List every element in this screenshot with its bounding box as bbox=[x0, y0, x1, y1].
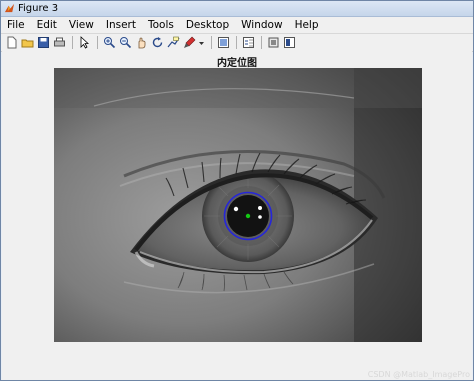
zoom-out-icon[interactable] bbox=[118, 36, 132, 50]
plot-title: 内定位图 bbox=[217, 58, 257, 69]
colorbar-icon[interactable] bbox=[216, 36, 230, 50]
print-icon[interactable] bbox=[52, 36, 66, 50]
menu-bar: File Edit View Insert Tools Desktop Wind… bbox=[1, 17, 473, 34]
toolbar-separator bbox=[211, 36, 212, 49]
watermark: CSDN @Matlab_ImagePro bbox=[367, 370, 470, 379]
menu-desktop[interactable]: Desktop bbox=[180, 17, 235, 33]
toolbar-separator bbox=[261, 36, 262, 49]
menu-insert[interactable]: Insert bbox=[100, 17, 142, 33]
title-bar[interactable]: Figure 3 bbox=[1, 1, 473, 17]
figure-window: Figure 3 File Edit View Insert Tools Des… bbox=[0, 0, 474, 381]
toolbar-separator bbox=[236, 36, 237, 49]
figure-toolbar bbox=[1, 34, 473, 52]
menu-tools[interactable]: Tools bbox=[142, 17, 180, 33]
data-cursor-icon[interactable] bbox=[166, 36, 180, 50]
new-figure-icon[interactable] bbox=[4, 36, 18, 50]
pupil-center-marker bbox=[245, 213, 251, 219]
glint-left bbox=[233, 206, 239, 212]
hide-plot-tools-icon[interactable] bbox=[266, 36, 280, 50]
menu-window[interactable]: Window bbox=[235, 17, 288, 33]
brush-icon[interactable] bbox=[182, 36, 196, 50]
eye-image-axes[interactable] bbox=[54, 68, 422, 342]
menu-file[interactable]: File bbox=[1, 17, 31, 33]
open-file-icon[interactable] bbox=[20, 36, 34, 50]
legend-icon[interactable] bbox=[241, 36, 255, 50]
glint-right-top bbox=[258, 206, 262, 210]
toolbar-separator bbox=[72, 36, 73, 49]
menu-view[interactable]: View bbox=[63, 17, 100, 33]
figure-canvas: 内定位图 CSDN @Matlab_ImagePro bbox=[2, 51, 472, 380]
link-icon[interactable] bbox=[198, 36, 205, 50]
matlab-icon bbox=[4, 3, 15, 13]
pan-icon[interactable] bbox=[134, 36, 148, 50]
save-icon[interactable] bbox=[36, 36, 50, 50]
menu-edit[interactable]: Edit bbox=[31, 17, 63, 33]
rotate-icon[interactable] bbox=[150, 36, 164, 50]
toolbar-separator bbox=[97, 36, 98, 49]
zoom-in-icon[interactable] bbox=[102, 36, 116, 50]
show-plot-tools-icon[interactable] bbox=[282, 36, 296, 50]
glint-right-bottom bbox=[258, 215, 262, 219]
eye-image bbox=[54, 68, 422, 342]
pointer-icon[interactable] bbox=[77, 36, 91, 50]
menu-help[interactable]: Help bbox=[289, 17, 325, 33]
window-title: Figure 3 bbox=[18, 3, 59, 14]
